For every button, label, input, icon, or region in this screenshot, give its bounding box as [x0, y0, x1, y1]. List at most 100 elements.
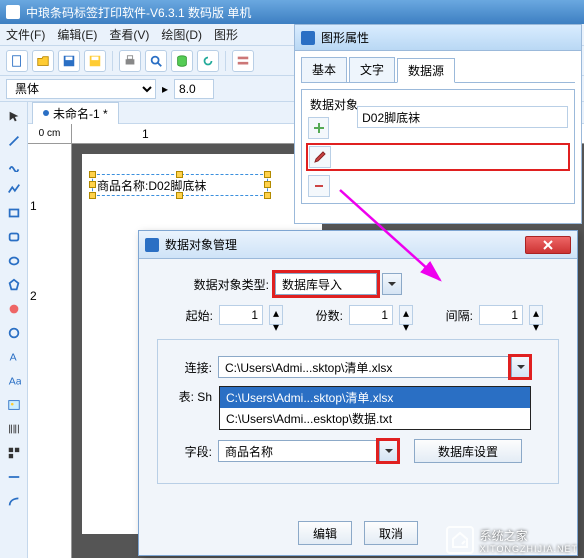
- side-toolbox: A Aa: [0, 102, 28, 558]
- line2-icon[interactable]: [3, 466, 25, 488]
- start-input[interactable]: [219, 305, 263, 325]
- image-icon[interactable]: [3, 394, 25, 416]
- field-combo[interactable]: 商品名称: [218, 440, 398, 462]
- chevron-down-icon: [385, 447, 393, 455]
- dropdown-item[interactable]: C:\Users\Admi...sktop\清单.xlsx: [220, 387, 530, 408]
- conn-value: C:\Users\Admi...sktop\清单.xlsx: [219, 359, 511, 376]
- preview-icon[interactable]: [145, 50, 167, 72]
- count-label: 份数:: [299, 307, 343, 324]
- gap-spinner[interactable]: ▴▾: [529, 305, 543, 325]
- menu-draw[interactable]: 绘图(D): [161, 26, 202, 43]
- curve-icon[interactable]: [3, 154, 25, 176]
- db-fieldset: 连接: C:\Users\Admi...sktop\清单.xlsx 表: Sh …: [157, 339, 559, 484]
- polygon-icon[interactable]: [3, 274, 25, 296]
- dropdown-item[interactable]: C:\Users\Admi...esktop\数据.txt: [220, 408, 530, 429]
- start-spinner[interactable]: ▴▾: [269, 305, 283, 325]
- resize-handle[interactable]: [176, 192, 183, 199]
- text-value: D02脚底袜: [148, 177, 206, 194]
- svg-text:A: A: [9, 352, 16, 364]
- text-icon[interactable]: A: [3, 346, 25, 368]
- document-tab[interactable]: 未命名-1 *: [32, 102, 119, 124]
- ruler-h-mark: 1: [142, 127, 149, 141]
- conn-dropdown[interactable]: [511, 357, 529, 377]
- circle-icon[interactable]: [3, 298, 25, 320]
- ruler-unit: 0 cm: [28, 124, 72, 144]
- font-size-input[interactable]: [174, 79, 214, 99]
- ruler-v-mark: 1: [30, 199, 37, 213]
- new-icon[interactable]: [6, 50, 28, 72]
- type-dropdown[interactable]: [382, 273, 402, 295]
- data-object-group: 数据对象 D02脚底袜: [301, 89, 575, 204]
- resize-handle[interactable]: [89, 181, 96, 188]
- gap-input[interactable]: [479, 305, 523, 325]
- chevron-down-icon: [388, 280, 396, 288]
- delete-icon[interactable]: [308, 175, 330, 197]
- resize-handle[interactable]: [264, 171, 271, 178]
- edit-button[interactable]: 编辑: [298, 521, 352, 545]
- close-button[interactable]: [525, 236, 571, 254]
- arrow-tool-icon[interactable]: [3, 490, 25, 512]
- type-value: 数据库导入: [276, 276, 376, 293]
- settings-icon[interactable]: [232, 50, 254, 72]
- save-icon[interactable]: [58, 50, 80, 72]
- menu-shape[interactable]: 图形: [214, 26, 238, 43]
- resize-handle[interactable]: [176, 171, 183, 178]
- field-value: 商品名称: [219, 443, 379, 460]
- count-spinner[interactable]: ▴▾: [399, 305, 413, 325]
- database-icon[interactable]: [171, 50, 193, 72]
- properties-panel: 图形属性 基本 文字 数据源 数据对象 D02脚底袜: [294, 24, 582, 224]
- open-icon[interactable]: [32, 50, 54, 72]
- barcode-icon[interactable]: [3, 418, 25, 440]
- add-icon[interactable]: [308, 117, 329, 139]
- menu-view[interactable]: 查看(V): [109, 26, 149, 43]
- tab-text[interactable]: 文字: [349, 57, 395, 82]
- font-name-select[interactable]: 黑体: [6, 79, 156, 99]
- table-label: 表: Sh: [170, 388, 212, 405]
- type-combo[interactable]: 数据库导入: [275, 273, 377, 295]
- tab-basic[interactable]: 基本: [301, 57, 347, 82]
- dialog-header[interactable]: 数据对象管理: [139, 231, 577, 259]
- db-settings-button[interactable]: 数据库设置: [414, 439, 522, 463]
- gap-label: 间隔:: [429, 307, 473, 324]
- field-dropdown[interactable]: [379, 441, 397, 461]
- pointer-icon[interactable]: [3, 106, 25, 128]
- roundrect-icon[interactable]: [3, 226, 25, 248]
- print-icon[interactable]: [119, 50, 141, 72]
- canvas-text-object[interactable]: 商品名称:D02脚底袜: [92, 174, 268, 196]
- data-object-dialog: 数据对象管理 数据对象类型: 数据库导入 起始: ▴▾ 份数: ▴▾ 间隔: ▴…: [138, 230, 578, 556]
- star-icon[interactable]: [3, 322, 25, 344]
- menu-file[interactable]: 文件(F): [6, 26, 45, 43]
- conn-dropdown-list[interactable]: C:\Users\Admi...sktop\清单.xlsx C:\Users\A…: [219, 386, 531, 430]
- tab-datasource[interactable]: 数据源: [397, 58, 455, 83]
- watermark-name: 系统之家: [480, 529, 528, 543]
- chevron-down-icon: [517, 363, 525, 371]
- data-object-list[interactable]: D02脚底袜: [357, 106, 568, 128]
- properties-title: 图形属性: [321, 29, 369, 46]
- count-input[interactable]: [349, 305, 393, 325]
- resize-handle[interactable]: [264, 181, 271, 188]
- conn-combo[interactable]: C:\Users\Admi...sktop\清单.xlsx: [218, 356, 530, 378]
- richtext-icon[interactable]: Aa: [3, 370, 25, 392]
- menu-edit[interactable]: 编辑(E): [57, 26, 97, 43]
- edit-icon[interactable]: [309, 146, 331, 168]
- close-icon: [543, 240, 553, 250]
- resize-handle[interactable]: [264, 192, 271, 199]
- rect-icon[interactable]: [3, 202, 25, 224]
- line-icon[interactable]: [3, 130, 25, 152]
- polyline-icon[interactable]: [3, 178, 25, 200]
- resize-handle[interactable]: [89, 192, 96, 199]
- properties-tabs: 基本 文字 数据源: [301, 57, 575, 83]
- field-label: 字段:: [170, 443, 212, 460]
- cancel-button[interactable]: 取消: [364, 521, 418, 545]
- watermark: 系统之家 XITONGZHIJIA.NET: [446, 526, 578, 554]
- ellipse-icon[interactable]: [3, 250, 25, 272]
- ruler-v-mark: 2: [30, 289, 37, 303]
- resize-handle[interactable]: [89, 171, 96, 178]
- refresh-icon[interactable]: [197, 50, 219, 72]
- watermark-logo-icon: [446, 526, 474, 554]
- saveas-icon[interactable]: [84, 50, 106, 72]
- dialog-title: 数据对象管理: [165, 236, 237, 253]
- qrcode-icon[interactable]: [3, 442, 25, 464]
- conn-label: 连接:: [170, 359, 212, 376]
- tab-title: 未命名-1 *: [53, 105, 108, 122]
